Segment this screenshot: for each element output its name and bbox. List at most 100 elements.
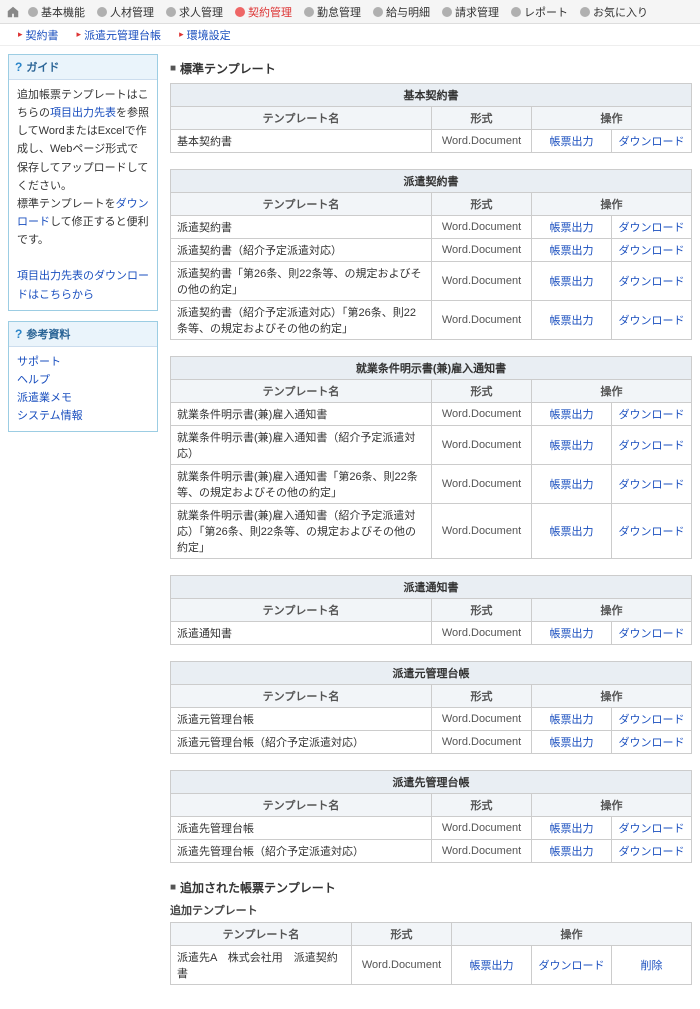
col-action: 操作 (532, 599, 692, 622)
output-link[interactable]: 帳票出力 (550, 714, 594, 726)
nav-item[interactable]: 基本機能 (22, 4, 91, 20)
nav-item[interactable]: 給与明細 (367, 4, 436, 20)
home-icon[interactable] (6, 5, 20, 19)
table-group-header: 基本契約書 (171, 84, 692, 107)
download-link[interactable]: ダウンロード (619, 409, 685, 421)
download-link[interactable]: ダウンロード (619, 714, 685, 726)
col-name: テンプレート名 (171, 685, 432, 708)
reference-title: 参考資料 (26, 326, 70, 342)
template-name: 就業条件明示書(兼)雇入通知書（紹介予定派遣対応） (171, 426, 432, 465)
table-row: 派遣元管理台帳（紹介予定派遣対応）Word.Document帳票出力ダウンロード (171, 731, 692, 754)
template-format: Word.Document (432, 301, 532, 340)
guide-download-link[interactable]: 項目出力先表のダウンロードはこちらから (17, 270, 149, 300)
nav-item[interactable]: 請求管理 (436, 4, 505, 20)
table-row: 基本契約書Word.Document帳票出力ダウンロード (171, 130, 692, 153)
download-link[interactable]: ダウンロード (619, 245, 685, 257)
nav-item[interactable]: お気に入り (574, 4, 654, 20)
output-link[interactable]: 帳票出力 (550, 846, 594, 858)
download-link[interactable]: ダウンロード (619, 440, 685, 452)
guide-text: を参照してWordまたはExcelで作成し、Webページ形式で保存してアップロー… (17, 107, 149, 192)
col-format: 形式 (432, 107, 532, 130)
bullet-icon (28, 7, 38, 17)
download-link[interactable]: ダウンロード (619, 479, 685, 491)
template-name: 派遣元管理台帳（紹介予定派遣対応） (171, 731, 432, 754)
col-action: 操作 (532, 107, 692, 130)
download-link[interactable]: ダウンロード (619, 276, 685, 288)
download-link[interactable]: ダウンロード (619, 737, 685, 749)
table-row: 派遣先管理台帳（紹介予定派遣対応）Word.Document帳票出力ダウンロード (171, 840, 692, 863)
output-link[interactable]: 帳票出力 (550, 440, 594, 452)
reference-link[interactable]: 派遣業メモ (17, 392, 72, 404)
output-link[interactable]: 帳票出力 (550, 479, 594, 491)
subnav-item[interactable]: ▸環境設定 (179, 27, 231, 43)
guide-body: 追加帳票テンプレートはこちらの項目出力先表を参照してWordまたはExcelで作… (9, 80, 157, 310)
output-link[interactable]: 帳票出力 (550, 276, 594, 288)
nav-item[interactable]: 求人管理 (160, 4, 229, 20)
output-link[interactable]: 帳票出力 (550, 737, 594, 749)
col-name: テンプレート名 (171, 923, 352, 946)
table-row: 就業条件明示書(兼)雇入通知書「第26条、則22条等、の規定およびその他の約定」… (171, 465, 692, 504)
template-name: 派遣契約書「第26条、則22条等、の規定およびその他の約定」 (171, 262, 432, 301)
reference-body: サポートヘルプ派遣業メモシステム情報 (9, 347, 157, 432)
nav-item[interactable]: レポート (505, 4, 574, 20)
table-row: 派遣通知書Word.Document帳票出力ダウンロード (171, 622, 692, 645)
download-link[interactable]: ダウンロード (619, 526, 685, 538)
table-row: 就業条件明示書(兼)雇入通知書（紹介予定派遣対応）「第26条、則22条等、の規定… (171, 504, 692, 559)
guide-link-item-output[interactable]: 項目出力先表 (50, 107, 116, 119)
bullet-icon (235, 7, 245, 17)
guide-title: ガイド (26, 59, 59, 75)
output-link[interactable]: 帳票出力 (470, 960, 514, 972)
template-table: 基本契約書テンプレート名形式操作基本契約書Word.Document帳票出力ダウ… (170, 83, 692, 153)
output-link[interactable]: 帳票出力 (550, 222, 594, 234)
delete-link[interactable]: 削除 (641, 960, 663, 972)
download-link[interactable]: ダウンロード (619, 136, 685, 148)
nav-label: 契約管理 (248, 4, 292, 20)
download-link[interactable]: ダウンロード (619, 823, 685, 835)
download-link[interactable]: ダウンロード (539, 960, 605, 972)
nav-label: 勤怠管理 (317, 4, 361, 20)
nav-item[interactable]: 勤怠管理 (298, 4, 367, 20)
table-group-header: 派遣先管理台帳 (171, 771, 692, 794)
nav-label: 請求管理 (455, 4, 499, 20)
arrow-icon: ▸ (18, 29, 23, 40)
reference-link[interactable]: システム情報 (17, 410, 83, 422)
guide-header: ? ガイド (9, 55, 157, 80)
template-format: Word.Document (352, 946, 452, 985)
output-link[interactable]: 帳票出力 (550, 245, 594, 257)
output-link[interactable]: 帳票出力 (550, 628, 594, 640)
nav-label: 基本機能 (41, 4, 85, 20)
nav-label: 給与明細 (386, 4, 430, 20)
col-action: 操作 (532, 193, 692, 216)
download-link[interactable]: ダウンロード (619, 315, 685, 327)
bullet-icon (442, 7, 452, 17)
col-format: 形式 (432, 685, 532, 708)
download-link[interactable]: ダウンロード (619, 628, 685, 640)
nav-item[interactable]: 人材管理 (91, 4, 160, 20)
output-link[interactable]: 帳票出力 (550, 409, 594, 421)
template-name: 就業条件明示書(兼)雇入通知書「第26条、則22条等、の規定およびその他の約定」 (171, 465, 432, 504)
table-group-header: 派遣契約書 (171, 170, 692, 193)
output-link[interactable]: 帳票出力 (550, 823, 594, 835)
col-format: 形式 (432, 380, 532, 403)
template-name: 派遣契約書 (171, 216, 432, 239)
template-format: Word.Document (432, 817, 532, 840)
output-link[interactable]: 帳票出力 (550, 526, 594, 538)
subnav-item[interactable]: ▸派遣元管理台帳 (77, 27, 162, 43)
reference-link[interactable]: ヘルプ (17, 374, 50, 386)
help-icon: ? (15, 60, 22, 74)
col-action: 操作 (452, 923, 692, 946)
bullet-icon (97, 7, 107, 17)
download-link[interactable]: ダウンロード (619, 222, 685, 234)
subnav-item[interactable]: ▸契約書 (18, 27, 59, 43)
help-icon: ? (15, 327, 22, 341)
nav-item[interactable]: 契約管理 (229, 4, 298, 20)
table-row: 派遣先管理台帳Word.Document 帳票出力 ダウンロード (171, 817, 692, 840)
table-row: 派遣契約書Word.Document帳票出力ダウンロード (171, 216, 692, 239)
template-name: 派遣契約書（紹介予定派遣対応）「第26条、則22条等、の規定およびその他の約定」 (171, 301, 432, 340)
template-format: Word.Document (432, 239, 532, 262)
output-link[interactable]: 帳票出力 (550, 136, 594, 148)
download-link[interactable]: ダウンロード (619, 846, 685, 858)
output-link[interactable]: 帳票出力 (550, 315, 594, 327)
template-name: 派遣先管理台帳 (171, 817, 432, 840)
reference-link[interactable]: サポート (17, 356, 61, 368)
